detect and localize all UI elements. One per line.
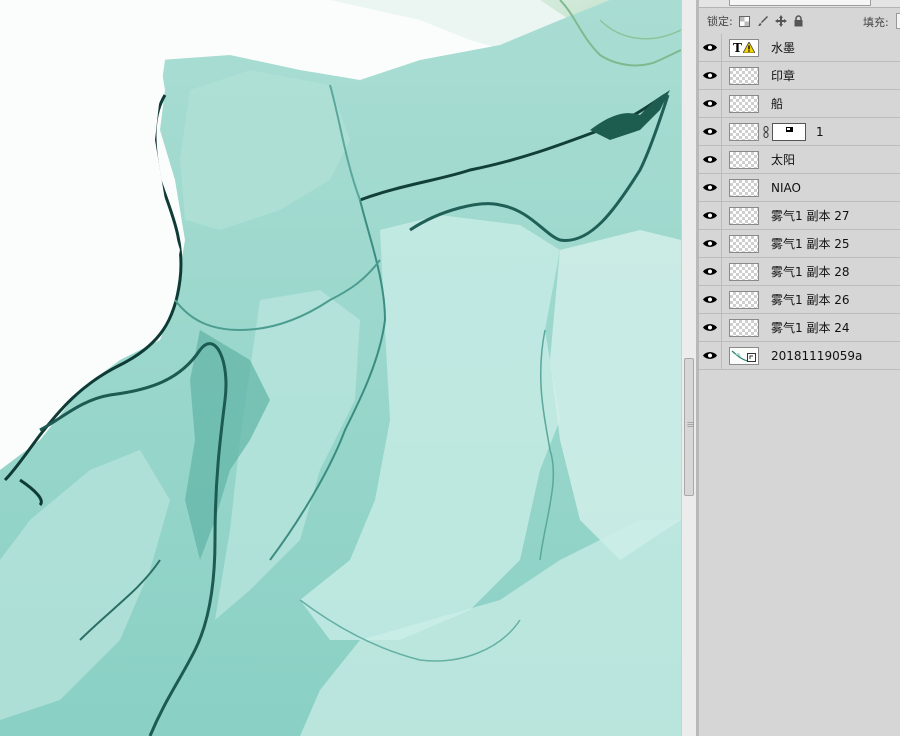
mask-link-chain-icon[interactable] xyxy=(761,125,770,138)
layer-row[interactable]: 印章 xyxy=(699,62,900,90)
eye-icon[interactable] xyxy=(699,146,722,173)
lock-paint-brush-icon[interactable] xyxy=(757,15,769,27)
lock-label: 锁定: xyxy=(707,15,733,28)
layer-name[interactable]: NIAO xyxy=(771,181,801,195)
eye-icon[interactable] xyxy=(699,90,722,117)
layer-row[interactable]: 太阳 xyxy=(699,146,900,174)
eye-icon[interactable] xyxy=(699,118,722,145)
lock-transparent-icon[interactable] xyxy=(739,15,751,27)
eye-icon[interactable] xyxy=(699,286,722,313)
layer-row[interactable]: 雾气1 副本 28 xyxy=(699,258,900,286)
scrollbar-thumb[interactable]: — — — xyxy=(684,358,694,496)
layer-name[interactable]: 水墨 xyxy=(771,39,795,56)
layer-row[interactable]: 1 xyxy=(699,118,900,146)
text-layer-thumbnail: T xyxy=(729,38,759,57)
layer-name[interactable]: 雾气1 副本 26 xyxy=(771,291,850,308)
text-layer-t-icon: T xyxy=(733,40,742,55)
layer-row[interactable]: 雾气1 副本 27 xyxy=(699,202,900,230)
layer-row[interactable]: 雾气1 副本 24 xyxy=(699,314,900,342)
layer-row[interactable]: T 水墨 xyxy=(699,34,900,62)
layer-row[interactable]: NIAO xyxy=(699,174,900,202)
mask-shape-inner xyxy=(787,127,790,130)
layer-thumbnail xyxy=(729,318,759,337)
fill-input[interactable] xyxy=(896,13,900,29)
canvas-vertical-scrollbar[interactable]: — — — xyxy=(681,0,696,736)
lock-move-icon[interactable] xyxy=(774,15,787,27)
layer-thumbnail xyxy=(729,178,759,197)
layers-list: T 水墨 印章 船 1 太阳 NIAO 雾气1 副本 27 雾气1 副本 25 … xyxy=(699,34,900,370)
eye-icon[interactable] xyxy=(699,230,722,257)
document-canvas[interactable] xyxy=(0,0,681,736)
eye-icon[interactable] xyxy=(699,62,722,89)
layer-row[interactable]: 20181119059a xyxy=(699,342,900,370)
layer-name[interactable]: 船 xyxy=(771,95,783,112)
layer-name[interactable]: 20181119059a xyxy=(771,349,862,363)
layer-thumbnail xyxy=(729,94,759,113)
layer-thumbnail xyxy=(729,66,759,85)
layer-thumbnail xyxy=(729,122,759,141)
eye-icon[interactable] xyxy=(699,314,722,341)
layer-thumbnail xyxy=(729,206,759,225)
lock-all-icon[interactable] xyxy=(793,15,805,27)
image-layer-thumbnail xyxy=(729,346,759,365)
layer-thumbnail xyxy=(729,150,759,169)
layers-panel: 锁定: 填充: T 水墨 印章 船 1 太阳 NIAO 雾气1 副本 27 雾气… xyxy=(699,0,900,736)
layer-row[interactable]: 雾气1 副本 26 xyxy=(699,286,900,314)
layer-name[interactable]: 1 xyxy=(816,125,824,139)
lock-toolbar: 锁定: 填充: xyxy=(699,8,900,34)
layer-row[interactable]: 雾气1 副本 25 xyxy=(699,230,900,258)
ink-wash-artwork xyxy=(0,0,681,736)
panel-top-strip xyxy=(699,0,900,8)
layer-name[interactable]: 雾气1 副本 27 xyxy=(771,207,850,224)
fill-label: 填充: xyxy=(863,16,889,29)
layer-thumbnail xyxy=(729,234,759,253)
layer-name[interactable]: 雾气1 副本 25 xyxy=(771,235,850,252)
layer-name[interactable]: 印章 xyxy=(771,67,795,84)
layer-name[interactable]: 太阳 xyxy=(771,151,795,168)
layer-row[interactable]: 船 xyxy=(699,90,900,118)
eye-icon[interactable] xyxy=(699,174,722,201)
layer-thumbnail xyxy=(729,290,759,309)
eye-icon[interactable] xyxy=(699,202,722,229)
layer-name[interactable]: 雾气1 副本 24 xyxy=(771,319,850,336)
layer-thumbnail xyxy=(729,262,759,281)
eye-icon[interactable] xyxy=(699,34,722,61)
eye-icon[interactable] xyxy=(699,258,722,285)
warning-icon xyxy=(742,42,755,53)
layer-name[interactable]: 雾气1 副本 28 xyxy=(771,263,850,280)
smart-object-icon xyxy=(747,352,756,362)
eye-icon[interactable] xyxy=(699,342,722,369)
layer-mask-thumbnail[interactable] xyxy=(772,122,806,141)
scrollbar-grip-icon: — — — xyxy=(687,418,694,430)
blend-mode-field[interactable] xyxy=(729,0,871,6)
